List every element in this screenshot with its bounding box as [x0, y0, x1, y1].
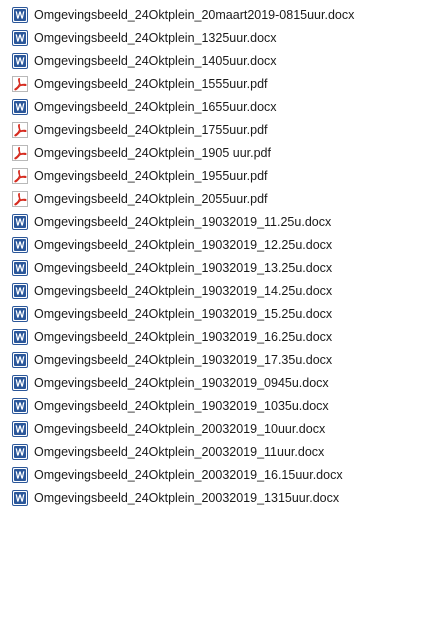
word-icon	[12, 443, 28, 460]
file-name: Omgevingsbeeld_24Oktplein_19032019_16.25…	[34, 329, 333, 344]
file-item[interactable]: Omgevingsbeeld_24Oktplein_20032019_16.15…	[0, 463, 433, 486]
file-item[interactable]: Omgevingsbeeld_24Oktplein_1955uur.pdf	[0, 164, 433, 187]
file-name: Omgevingsbeeld_24Oktplein_19032019_15.25…	[34, 306, 333, 321]
file-name: Omgevingsbeeld_24Oktplein_19032019_14.25…	[34, 283, 333, 298]
word-icon	[12, 420, 28, 437]
file-name: Omgevingsbeeld_24Oktplein_1955uur.pdf	[34, 168, 268, 183]
file-item[interactable]: Omgevingsbeeld_24Oktplein_1905 uur.pdf	[0, 141, 433, 164]
file-item[interactable]: Omgevingsbeeld_24Oktplein_1755uur.pdf	[0, 118, 433, 141]
word-icon	[12, 305, 28, 322]
file-item[interactable]: Omgevingsbeeld_24Oktplein_19032019_0945u…	[0, 371, 433, 394]
file-name: Omgevingsbeeld_24Oktplein_2055uur.pdf	[34, 191, 268, 206]
word-icon	[12, 328, 28, 345]
file-name: Omgevingsbeeld_24Oktplein_19032019_1035u…	[34, 398, 329, 413]
file-item[interactable]: Omgevingsbeeld_24Oktplein_19032019_12.25…	[0, 233, 433, 256]
file-name: Omgevingsbeeld_24Oktplein_19032019_12.25…	[34, 237, 333, 252]
word-icon	[12, 351, 28, 368]
file-name: Omgevingsbeeld_24Oktplein_20maart2019-08…	[34, 7, 355, 22]
file-list: Omgevingsbeeld_24Oktplein_20maart2019-08…	[0, 0, 433, 630]
word-icon	[12, 397, 28, 414]
pdf-icon	[12, 167, 28, 184]
file-item[interactable]: Omgevingsbeeld_24Oktplein_1555uur.pdf	[0, 72, 433, 95]
file-item[interactable]: Omgevingsbeeld_24Oktplein_19032019_11.25…	[0, 210, 433, 233]
file-item[interactable]: Omgevingsbeeld_24Oktplein_1325uur.docx	[0, 26, 433, 49]
file-item[interactable]: Omgevingsbeeld_24Oktplein_19032019_14.25…	[0, 279, 433, 302]
file-name: Omgevingsbeeld_24Oktplein_1405uur.docx	[34, 53, 277, 68]
file-item[interactable]: Omgevingsbeeld_24Oktplein_20032019_11uur…	[0, 440, 433, 463]
file-name: Omgevingsbeeld_24Oktplein_20032019_10uur…	[34, 421, 326, 436]
word-icon	[12, 29, 28, 46]
file-item[interactable]: Omgevingsbeeld_24Oktplein_20maart2019-08…	[0, 3, 433, 26]
file-name: Omgevingsbeeld_24Oktplein_19032019_11.25…	[34, 214, 332, 229]
file-item[interactable]: Omgevingsbeeld_24Oktplein_19032019_16.25…	[0, 325, 433, 348]
file-item[interactable]: Omgevingsbeeld_24Oktplein_20032019_1315u…	[0, 486, 433, 509]
file-name: Omgevingsbeeld_24Oktplein_1755uur.pdf	[34, 122, 268, 137]
file-name: Omgevingsbeeld_24Oktplein_19032019_13.25…	[34, 260, 333, 275]
file-item[interactable]: Omgevingsbeeld_24Oktplein_1405uur.docx	[0, 49, 433, 72]
pdf-icon	[12, 144, 28, 161]
word-icon	[12, 489, 28, 506]
file-item[interactable]: Omgevingsbeeld_24Oktplein_19032019_17.35…	[0, 348, 433, 371]
file-name: Omgevingsbeeld_24Oktplein_19032019_17.35…	[34, 352, 333, 367]
word-icon	[12, 98, 28, 115]
word-icon	[12, 6, 28, 23]
word-icon	[12, 52, 28, 69]
file-item[interactable]: Omgevingsbeeld_24Oktplein_19032019_13.25…	[0, 256, 433, 279]
word-icon	[12, 374, 28, 391]
word-icon	[12, 259, 28, 276]
file-item[interactable]: Omgevingsbeeld_24Oktplein_19032019_1035u…	[0, 394, 433, 417]
file-name: Omgevingsbeeld_24Oktplein_19032019_0945u…	[34, 375, 329, 390]
file-name: Omgevingsbeeld_24Oktplein_1905 uur.pdf	[34, 145, 271, 160]
file-item[interactable]: Omgevingsbeeld_24Oktplein_19032019_15.25…	[0, 302, 433, 325]
file-name: Omgevingsbeeld_24Oktplein_1655uur.docx	[34, 99, 277, 114]
file-name: Omgevingsbeeld_24Oktplein_20032019_16.15…	[34, 467, 343, 482]
pdf-icon	[12, 75, 28, 92]
pdf-icon	[12, 190, 28, 207]
word-icon	[12, 213, 28, 230]
file-name: Omgevingsbeeld_24Oktplein_1325uur.docx	[34, 30, 277, 45]
file-name: Omgevingsbeeld_24Oktplein_1555uur.pdf	[34, 76, 268, 91]
file-item[interactable]: Omgevingsbeeld_24Oktplein_1655uur.docx	[0, 95, 433, 118]
pdf-icon	[12, 121, 28, 138]
word-icon	[12, 236, 28, 253]
file-item[interactable]: Omgevingsbeeld_24Oktplein_20032019_10uur…	[0, 417, 433, 440]
file-name: Omgevingsbeeld_24Oktplein_20032019_11uur…	[34, 444, 325, 459]
file-item[interactable]: Omgevingsbeeld_24Oktplein_2055uur.pdf	[0, 187, 433, 210]
file-name: Omgevingsbeeld_24Oktplein_20032019_1315u…	[34, 490, 340, 505]
word-icon	[12, 282, 28, 299]
word-icon	[12, 466, 28, 483]
